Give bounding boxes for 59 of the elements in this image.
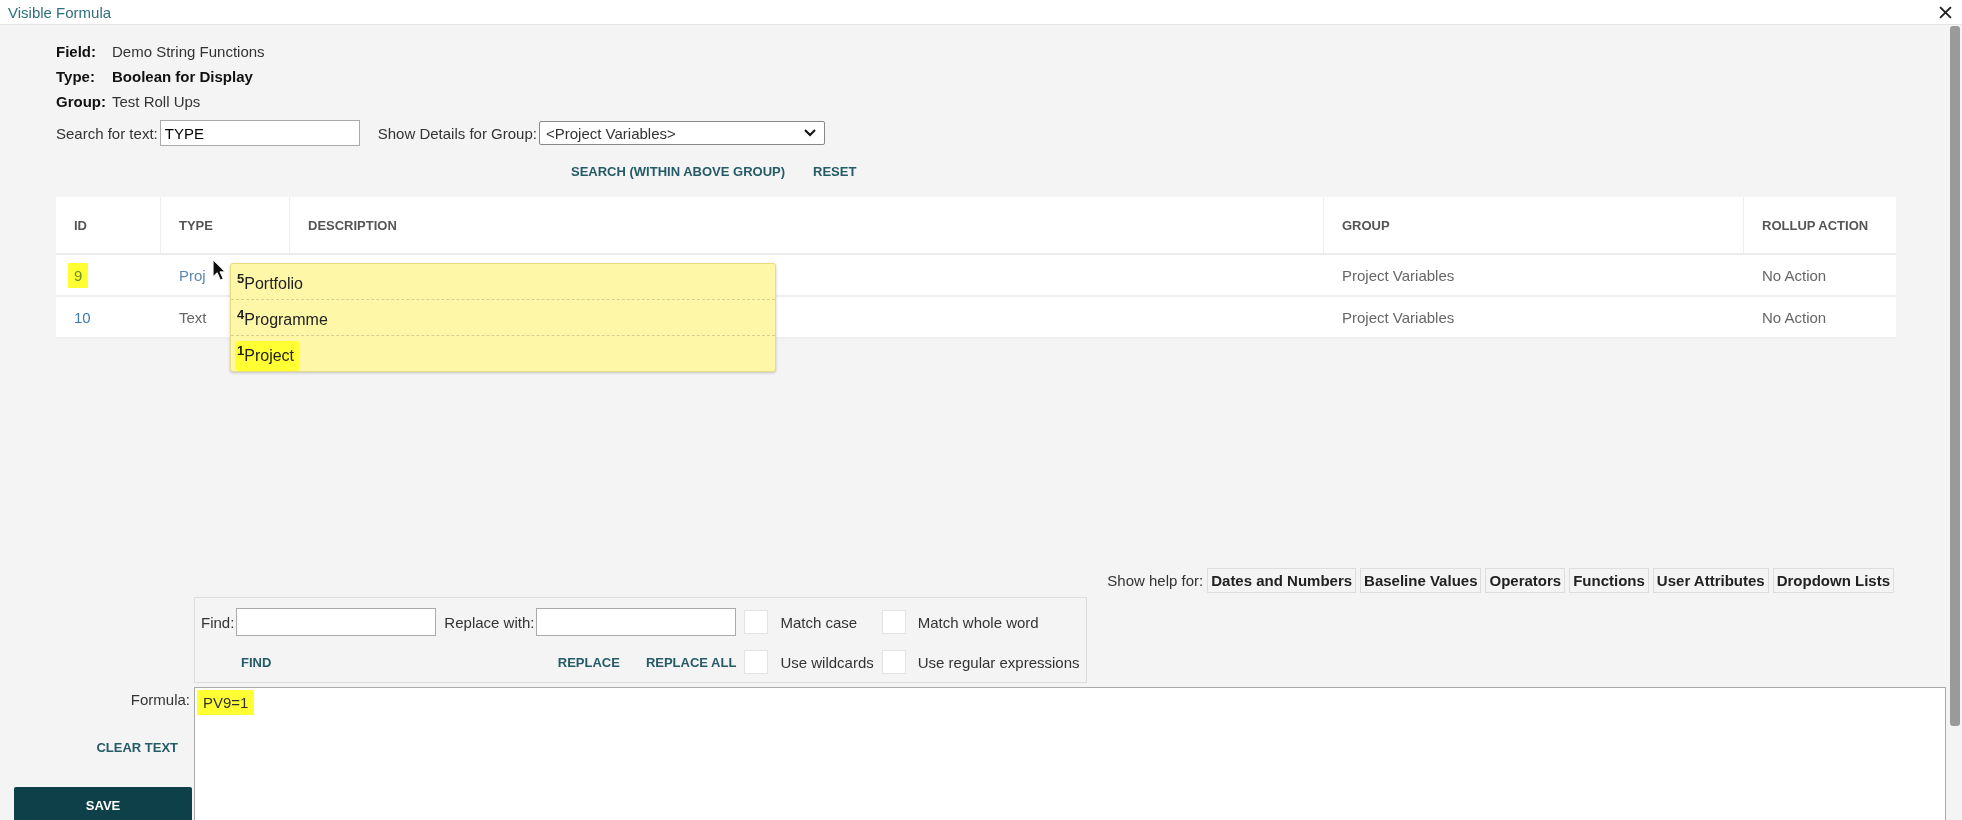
table-cell: No Action (1762, 266, 1827, 284)
field-label: Group: (56, 93, 107, 110)
search-field[interactable]: TYPE (159, 120, 360, 146)
chevron-down-icon[interactable] (803, 129, 816, 137)
column-header: ROLLUP ACTION (1761, 216, 1870, 235)
checkbox[interactable] (744, 650, 769, 674)
find-field[interactable] (236, 608, 437, 636)
replace-label: Replace with: (444, 613, 535, 631)
field-value: Demo String Functions (112, 43, 265, 60)
close-icon[interactable] (1939, 5, 1952, 19)
find-link[interactable]: FIND (241, 654, 272, 670)
group-select-label: Show Details for Group: (377, 124, 537, 142)
save-button[interactable]: SAVE (14, 787, 192, 820)
dropdown-option[interactable]: $^{5}$Portfolio (235, 268, 305, 299)
replace-link[interactable]: REPLACE (557, 654, 620, 670)
field-label: Type: (56, 68, 96, 85)
field-value: Test Roll Ups (112, 93, 201, 110)
checkbox-label: Use regular expressions (917, 653, 1080, 671)
dropdown-option[interactable]: $^{1}$Project (235, 340, 301, 371)
field-value: Boolean for Display (112, 68, 253, 85)
column-header: ID (56, 197, 161, 253)
replace-link[interactable]: REPLACE ALL (645, 654, 737, 670)
search-label: Search for text: (56, 124, 158, 142)
replace-field[interactable] (536, 608, 737, 636)
column-header: TYPE (161, 197, 290, 253)
column-header: GROUP (1324, 197, 1744, 253)
scrollbar[interactable] (1950, 26, 1960, 726)
table-cell: Project Variables (1342, 266, 1455, 284)
checkbox[interactable] (744, 610, 769, 634)
field-label: Field: (56, 43, 97, 60)
id-link[interactable]: 9 (68, 262, 89, 288)
find-label: Find: (201, 613, 235, 631)
search-link[interactable]: RESET (813, 164, 857, 179)
help-button[interactable]: User Attributes (1652, 568, 1769, 593)
checkbox-label: Match case (780, 613, 858, 631)
help-button[interactable]: Operators (1485, 568, 1566, 593)
type-cell[interactable]: Proj (179, 266, 206, 284)
window-title: Visible Formula (8, 3, 112, 21)
help-button[interactable]: Functions (1569, 568, 1649, 593)
search-link[interactable]: SEARCH (WITHIN ABOVE GROUP) (571, 164, 786, 179)
type-cell: Text (179, 308, 207, 326)
checkbox[interactable] (881, 610, 906, 634)
clear-text-link[interactable]: CLEAR TEXT (96, 740, 178, 755)
table-cell: Project Variables (1342, 308, 1455, 326)
help-button[interactable]: Baseline Values (1360, 568, 1482, 593)
dropdown-option[interactable]: $^{4}$Programme (235, 304, 330, 335)
checkbox-label: Use wildcards (780, 653, 874, 671)
column-header: DESCRIPTION (290, 197, 1324, 253)
checkbox-label: Match whole word (917, 613, 1039, 631)
help-button[interactable]: Dropdown Lists (1772, 568, 1894, 593)
mouse-pointer-icon (212, 259, 227, 281)
table-cell: No Action (1762, 308, 1827, 326)
help-button[interactable]: Dates and Numbers (1207, 568, 1357, 593)
formula-field[interactable]: PV9=1 (194, 687, 1946, 820)
group-select[interactable]: <Project Variables> (538, 121, 825, 145)
id-link[interactable]: 10 (68, 304, 97, 330)
formula-label: Formula: (130, 691, 190, 708)
help-label: Show help for: (1107, 572, 1204, 589)
checkbox[interactable] (881, 650, 906, 674)
